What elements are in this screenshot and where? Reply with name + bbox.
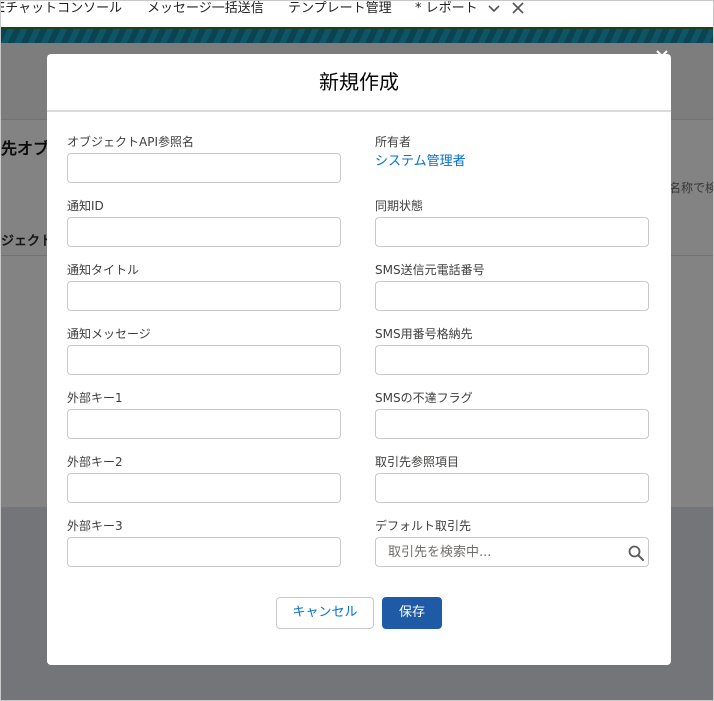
tab-template-management[interactable]: テンプレート管理 (288, 1, 392, 17)
cancel-button[interactable]: キャンセル (276, 597, 374, 629)
sms-undelivered-flag-input[interactable] (375, 409, 649, 439)
sync-status-input[interactable] (375, 217, 649, 247)
account-reference-field-label: 取引先参照項目 (375, 455, 460, 469)
tab-close-icon[interactable] (511, 1, 525, 18)
app-window: Eチャットコンソール メッセージ一括送信 テンプレート管理 * レポート 先オブ… (0, 0, 714, 701)
default-account-label: デフォルト取引先 (375, 519, 472, 533)
sms-number-storage-label: SMS用番号格納先 (375, 327, 473, 341)
notification-message-label: 通知メッセージ (67, 327, 151, 341)
sms-sender-number-label: SMS送信元電話番号 (375, 263, 485, 277)
notification-title-input[interactable] (67, 281, 341, 311)
sync-status-label: 同期状態 (375, 199, 424, 213)
tab-bulk-message[interactable]: メッセージ一括送信 (147, 1, 264, 17)
chevron-down-icon[interactable] (487, 1, 501, 18)
notification-id-label: 通知ID (67, 199, 104, 213)
tab-chat-console[interactable]: Eチャットコンソール (1, 1, 122, 17)
sms-sender-number-input[interactable] (375, 281, 649, 311)
sms-number-storage-input[interactable] (375, 345, 649, 375)
external-key-3-input[interactable] (67, 537, 341, 567)
account-reference-field-input[interactable] (375, 473, 649, 503)
object-api-name-label: オブジェクトAPI参照名 (67, 135, 194, 149)
owner-link[interactable]: システム管理者 (375, 154, 466, 170)
object-api-name-input[interactable] (67, 153, 341, 183)
tab-report[interactable]: * レポート (415, 1, 478, 17)
notification-title-label: 通知タイトル (67, 263, 140, 277)
notification-message-input[interactable] (67, 345, 341, 375)
new-record-modal: 新規作成 オブジェクトAPI参照名 通知ID 通知タイトル 通知メッセージ 外部… (47, 54, 671, 665)
notification-id-input[interactable] (67, 217, 341, 247)
external-key-2-input[interactable] (67, 473, 341, 503)
external-key-2-label: 外部キー2 (67, 455, 123, 469)
save-button[interactable]: 保存 (382, 597, 442, 629)
default-account-lookup[interactable] (375, 537, 649, 567)
owner-label: 所有者 (375, 135, 412, 149)
external-key-3-label: 外部キー3 (67, 519, 123, 533)
external-key-1-label: 外部キー1 (67, 391, 123, 405)
app-tab-bar: Eチャットコンソール メッセージ一括送信 テンプレート管理 * レポート (1, 1, 713, 27)
external-key-1-input[interactable] (67, 409, 341, 439)
search-icon[interactable] (627, 544, 645, 562)
modal-title: 新規作成 (319, 70, 399, 94)
sms-undelivered-flag-label: SMSの不達フラグ (375, 391, 473, 405)
modal-header: 新規作成 (47, 54, 671, 112)
